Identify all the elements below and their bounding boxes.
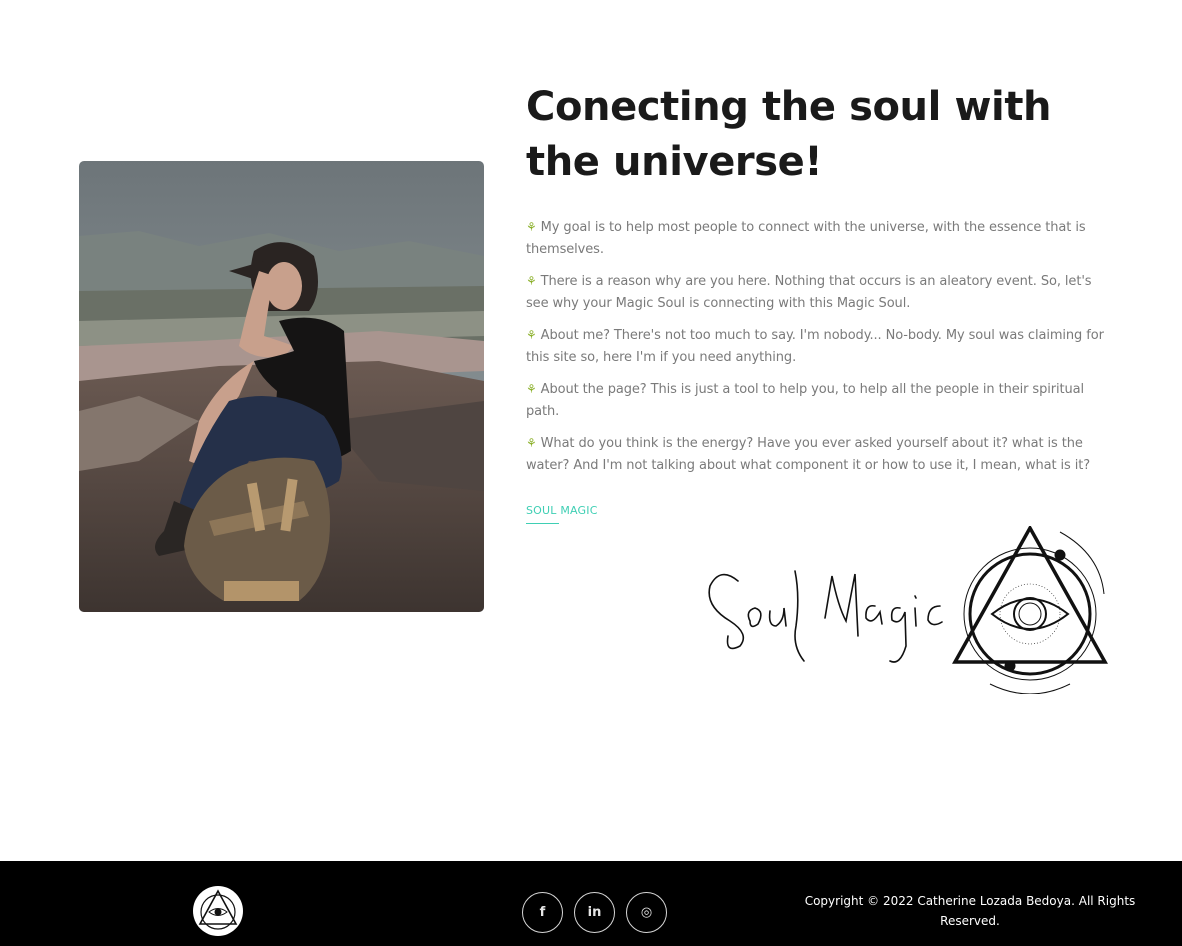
copyright-text: Copyright © 2022 Catherine Lozada Bedoya… (804, 894, 1136, 928)
soul-magic-link[interactable]: SOUL MAGIC (526, 504, 598, 517)
paragraph-text: About me? There's not too much to say. I… (526, 328, 1104, 365)
page-title: Conecting the soul with the universe! (526, 84, 1052, 185)
sprout-icon: ⚘ (526, 220, 537, 234)
hero-photo (79, 161, 484, 612)
soul-magic-signature (700, 524, 1110, 695)
sprout-icon: ⚘ (526, 328, 537, 342)
intro-paragraphs: ⚘ My goal is to help most people to conne… (526, 216, 1116, 486)
footer-logo[interactable] (193, 886, 243, 936)
paragraph-text: About the page? This is just a tool to h… (526, 382, 1085, 419)
facebook-icon[interactable]: f (522, 892, 563, 933)
paragraph-text: What do you think is the energy? Have yo… (526, 436, 1091, 473)
intro-paragraph: ⚘ What do you think is the energy? Have y… (526, 432, 1116, 477)
eye-triangle-icon (198, 889, 238, 930)
instagram-icon[interactable]: ◎ (626, 892, 667, 933)
intro-paragraph: ⚘ About the page? This is just a tool to … (526, 378, 1116, 423)
intro-paragraph: ⚘ There is a reason why are you here. Not… (526, 270, 1116, 315)
sprout-icon: ⚘ (526, 436, 537, 450)
intro-paragraph: ⚘ About me? There's not too much to say. … (526, 324, 1116, 369)
footer: f in ◎ Copyright © 2022 Catherine Lozada… (0, 861, 1182, 946)
eye-triangle-icon (708, 524, 1108, 695)
hero-photo-image (79, 161, 484, 612)
linkedin-icon[interactable]: in (574, 892, 615, 933)
sprout-icon: ⚘ (526, 382, 537, 396)
paragraph-text: There is a reason why are you here. Noth… (526, 274, 1092, 311)
link-underline (526, 523, 559, 524)
sprout-icon: ⚘ (526, 274, 537, 288)
intro-paragraph: ⚘ My goal is to help most people to conne… (526, 216, 1116, 261)
social-links: f in ◎ (522, 892, 667, 933)
paragraph-text: My goal is to help most people to connec… (526, 220, 1086, 257)
